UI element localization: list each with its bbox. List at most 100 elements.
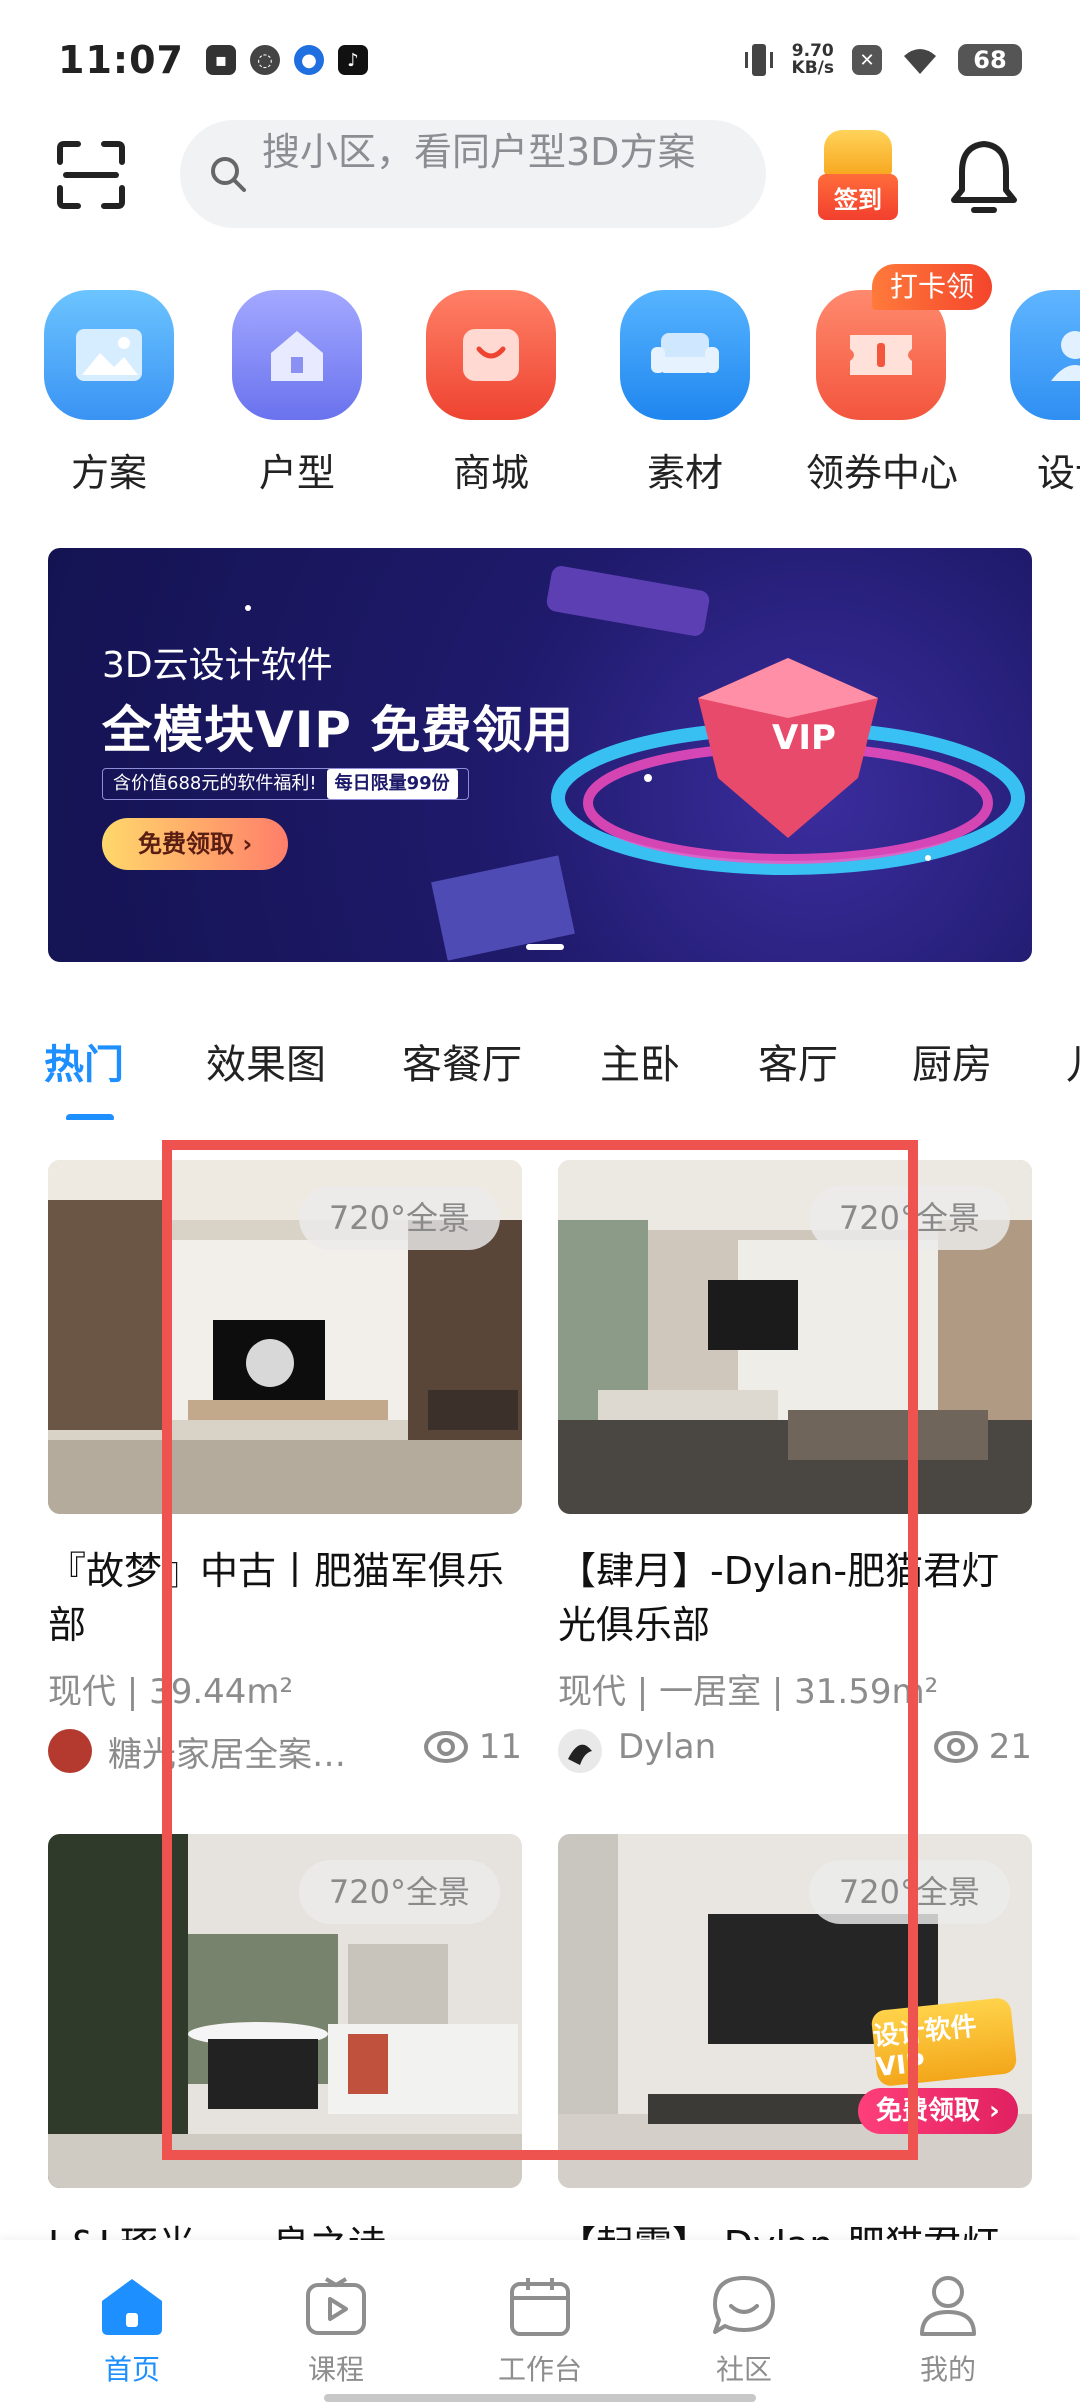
quick-item-coupon-center[interactable]: 领券中心: [806, 290, 959, 497]
nav-label: 首页: [103, 2353, 160, 2386]
view-count-value: 21: [988, 1727, 1032, 1767]
bell-icon[interactable]: [948, 138, 1020, 214]
checkin-label: 签到: [818, 174, 898, 220]
panorama-badge: 720°全景: [298, 1186, 500, 1250]
category-tabs: 热门 效果图 客餐厅 主卧 客厅 厨房 儿: [0, 1020, 1080, 1120]
card-author: 糖光家居全案…: [108, 1735, 346, 1775]
avatar: [48, 1729, 92, 1773]
quick-label: 户型: [258, 451, 335, 495]
play-icon: [302, 2272, 370, 2340]
net-speed-unit: KB/s: [791, 58, 834, 78]
message-icon: ▪: [205, 45, 236, 75]
chat-icon: [710, 2272, 778, 2340]
user-icon: [1010, 290, 1080, 420]
vibrate-icon: [744, 44, 773, 76]
quick-label: 素材: [646, 451, 723, 495]
search-row: 搜小区，看同户型3D方案 签到: [0, 118, 1080, 228]
card-author: Dylan: [618, 1727, 717, 1767]
eye-icon: [423, 1731, 468, 1763]
card-footer: 糖光家居全案… 11: [48, 1723, 522, 1777]
wifi-icon: [904, 49, 936, 74]
banner-subtitle: 3D云设计软件: [102, 645, 333, 686]
banner-limit: 每日限量99份: [326, 769, 458, 799]
card-footer: Dylan 21: [558, 1723, 1032, 1777]
checkin-reward-badge: 打卡领: [872, 264, 993, 310]
quick-label: 商城: [452, 451, 529, 495]
status-time: 11:07: [58, 38, 184, 82]
search-input[interactable]: 搜小区，看同户型3D方案: [180, 120, 766, 228]
image-icon: [44, 290, 174, 420]
tab-indicator: [66, 1114, 114, 1120]
panorama-badge: 720°全景: [808, 1860, 1010, 1924]
banner-note-text: 含价值688元的软件福利!: [113, 773, 317, 794]
tab-hot[interactable]: 热门: [44, 1032, 124, 1090]
notification-icons: ▪ ◌ ● ♪: [205, 45, 368, 75]
quick-label: 方案: [70, 451, 147, 495]
net-speed: 9.70 KB/s: [792, 43, 834, 77]
tab-living-dining[interactable]: 客餐厅: [402, 1032, 522, 1090]
view-count: 21: [933, 1727, 1032, 1767]
promo-banner[interactable]: 3D云设计软件 全模块VIP 免费领用 含价值688元的软件福利! 每日限量99…: [48, 548, 1032, 962]
battery-indicator: 68: [958, 44, 1022, 76]
home-icon: [98, 2272, 166, 2340]
card-image: 720°全景 设计软件VIP 免费领取 ›: [558, 1834, 1032, 2188]
house-icon: [232, 290, 362, 420]
nav-workbench[interactable]: 工作台: [460, 2272, 620, 2388]
avatar: [558, 1729, 602, 1773]
design-card[interactable]: 720°全景 设计软件VIP 免费领取 › 【起零】-Dylan-肥猫君灯: [558, 1834, 1032, 2272]
quick-item-design[interactable]: 设计: [1000, 290, 1080, 497]
promo-claim-button[interactable]: 免费领取 ›: [858, 2088, 1018, 2134]
bottom-nav: 首页 课程 工作台 社区 我的: [0, 2240, 1080, 2408]
quick-label: 设计: [1036, 451, 1080, 495]
banner-cta-button[interactable]: 免费领取 ›: [102, 818, 289, 870]
nav-label: 社区: [715, 2353, 772, 2386]
tab-master-bedroom[interactable]: 主卧: [600, 1032, 680, 1090]
profile-icon: [914, 2272, 982, 2340]
nav-profile[interactable]: 我的: [868, 2272, 1028, 2388]
tab-kitchen[interactable]: 厨房: [912, 1032, 992, 1090]
banner-title: 全模块VIP 免费领用: [102, 701, 575, 759]
banner-note: 含价值688元的软件福利! 每日限量99份: [102, 768, 469, 800]
quick-item-materials[interactable]: 素材: [610, 290, 760, 497]
eye-icon: [933, 1731, 978, 1763]
card-meta: 现代 | 一居室 | 31.59m²: [558, 1672, 939, 1712]
carousel-indicator: [526, 944, 564, 950]
scan-icon[interactable]: [56, 140, 126, 210]
checkin-icon: [824, 130, 892, 178]
quick-label: 领券中心: [806, 451, 959, 495]
quick-item-mall[interactable]: 商城: [416, 290, 566, 497]
nav-label: 我的: [919, 2353, 976, 2386]
gem-text: VIP: [772, 718, 836, 758]
nav-home[interactable]: 首页: [52, 2272, 212, 2388]
sofa-icon: [620, 290, 750, 420]
checkin-button[interactable]: 签到: [818, 130, 898, 222]
search-icon: [211, 157, 246, 192]
tab-living-room[interactable]: 客厅: [758, 1032, 838, 1090]
card-meta: 现代 | 39.44m²: [48, 1672, 294, 1712]
tiktok-icon: ♪: [337, 45, 368, 75]
nav-label: 课程: [307, 2353, 364, 2386]
panorama-badge: 720°全景: [298, 1860, 500, 1924]
nav-label: 工作台: [497, 2353, 582, 2386]
nav-courses[interactable]: 课程: [256, 2272, 416, 2388]
card-image: 720°全景: [558, 1160, 1032, 1514]
circle-app-icon: ●: [293, 45, 324, 75]
nav-community[interactable]: 社区: [664, 2272, 824, 2388]
card-title: 『故梦』中古丨肥猫军俱乐部: [48, 1549, 505, 1647]
design-card[interactable]: 720°全景 『故梦』中古丨肥猫军俱乐部 现代 | 39.44m² 糖光家居全案…: [48, 1160, 522, 1777]
card-image: 720°全景: [48, 1834, 522, 2188]
quick-item-floorplan[interactable]: 户型: [222, 290, 372, 497]
quick-item-plans[interactable]: 方案: [34, 290, 184, 497]
design-card[interactable]: 720°全景 L&L琢光——良之诗: [48, 1834, 522, 2272]
panorama-badge: 720°全景: [808, 1186, 1010, 1250]
search-placeholder: 搜小区，看同户型3D方案: [262, 130, 696, 174]
status-bar: 11:07 ▪ ◌ ● ♪ 9.70 KB/s ✕ 68: [0, 0, 1080, 120]
design-card[interactable]: 720°全景 【肆月】-Dylan-肥猫君灯光俱乐部 现代 | 一居室 | 31…: [558, 1160, 1032, 1777]
app-icon: ◌: [249, 45, 280, 75]
close-box-icon: ✕: [852, 45, 882, 75]
home-indicator: [324, 2394, 756, 2402]
view-count-value: 11: [478, 1727, 522, 1767]
shopping-bag-icon: [426, 290, 556, 420]
tab-renderings[interactable]: 效果图: [206, 1032, 326, 1090]
tab-more[interactable]: 儿: [1066, 1032, 1080, 1090]
